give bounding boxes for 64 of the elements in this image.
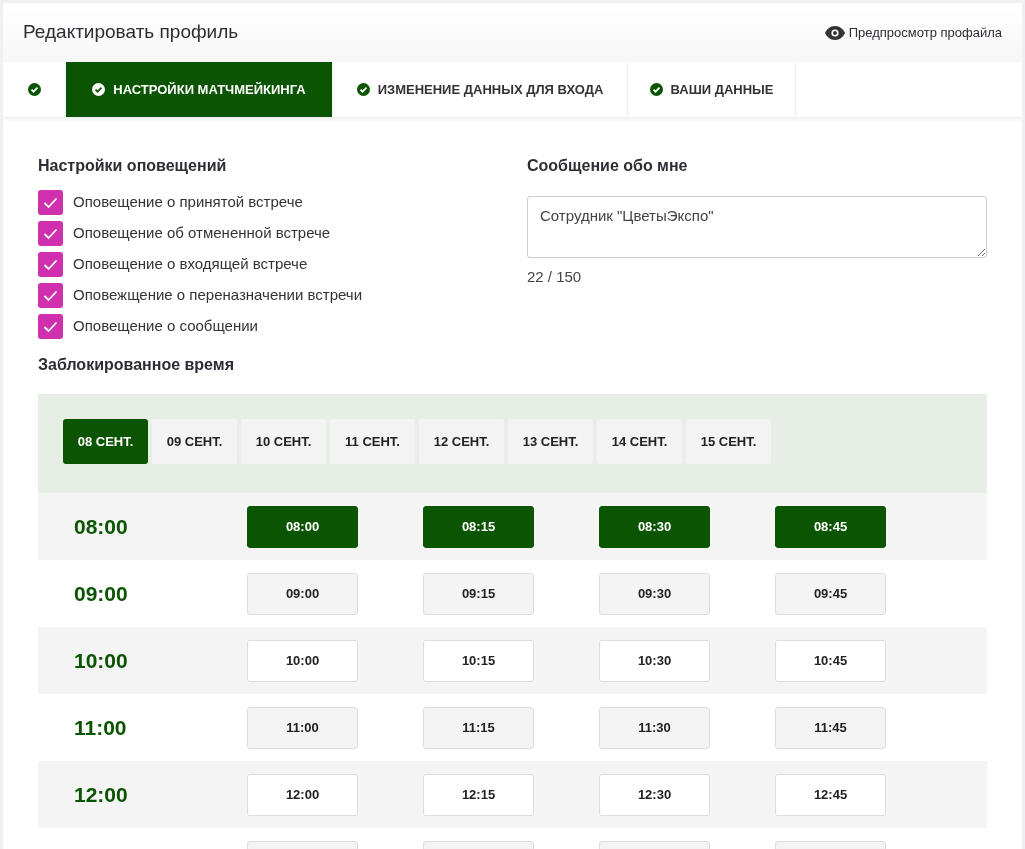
time-slot[interactable]: 10:15 xyxy=(423,640,534,682)
checkmark-icon xyxy=(43,289,58,302)
hour-label: 10:00 xyxy=(74,648,129,674)
tab[interactable]: ИЗМЕНЕНИЕ ДАННЫХ ДЛЯ ВХОДА xyxy=(333,62,628,117)
date-tab[interactable]: 13 СЕНТ. xyxy=(508,419,593,464)
checkmark-icon xyxy=(43,258,58,271)
time-slot[interactable]: 10:30 xyxy=(599,640,710,682)
checkbox-label: Оповещение о принятой встрече xyxy=(73,192,303,213)
time-slot[interactable]: 08:45 xyxy=(775,506,886,548)
checkbox[interactable] xyxy=(38,190,63,215)
time-slot[interactable]: 09:00 xyxy=(247,573,358,615)
page-title: Редактировать профиль xyxy=(23,20,239,45)
time-slot[interactable]: 11:30 xyxy=(599,707,710,749)
time-slot[interactable]: 12:45 xyxy=(775,774,886,816)
time-slot[interactable]: 11:45 xyxy=(775,707,886,749)
date-tab[interactable]: 08 СЕНТ. xyxy=(63,419,148,464)
check-circle-icon xyxy=(92,83,106,96)
date-tab[interactable]: 09 СЕНТ. xyxy=(152,419,237,464)
time-slot[interactable]: 08:15 xyxy=(423,506,534,548)
time-slot[interactable]: 09:45 xyxy=(775,573,886,615)
time-slot[interactable]: 12:00 xyxy=(247,774,358,816)
time-slot[interactable]: 11:15 xyxy=(423,707,534,749)
time-slot[interactable]: 11:00 xyxy=(247,707,358,749)
date-tab[interactable]: 14 СЕНТ. xyxy=(597,419,682,464)
time-slot[interactable]: 12:30 xyxy=(599,774,710,816)
checkbox-label: Оповещение о входящей встрече xyxy=(73,254,308,275)
date-tab[interactable]: 12 СЕНТ. xyxy=(419,419,504,464)
hour-label: 11:00 xyxy=(74,715,128,741)
checkmark-icon xyxy=(43,320,58,333)
tab[interactable]: ВАШИ ДАННЫЕ xyxy=(628,62,796,117)
checkbox[interactable] xyxy=(38,283,63,308)
eye-icon xyxy=(824,25,845,40)
about-textarea[interactable]: Сотрудник "ЦветыЭкспо" xyxy=(527,196,987,258)
time-slot[interactable]: 08:00 xyxy=(247,506,358,548)
date-tab[interactable]: 10 СЕНТ. xyxy=(241,419,326,464)
time-slot[interactable]: 09:15 xyxy=(423,573,534,615)
checkmark-icon xyxy=(43,196,58,209)
time-slot[interactable]: 10:00 xyxy=(247,640,358,682)
hour-label: 12:00 xyxy=(74,782,129,808)
check-circle-icon xyxy=(27,83,41,96)
hour-label: 09:00 xyxy=(74,581,129,607)
checkbox[interactable] xyxy=(38,314,63,339)
hour-label: 08:00 xyxy=(74,514,129,540)
preview-profile-link[interactable]: Предпросмотр профайла xyxy=(824,22,1002,43)
section-title: Заблокированное время xyxy=(38,355,235,375)
date-tab[interactable]: 15 СЕНТ. xyxy=(686,419,771,464)
check-circle-icon xyxy=(649,83,663,96)
time-slot[interactable]: 09:30 xyxy=(599,573,710,615)
checkmark-icon xyxy=(43,227,58,240)
tab[interactable]: НАСТРОЙКИ МАТЧМЕЙКИНГА xyxy=(66,62,333,117)
tab[interactable] xyxy=(3,62,66,117)
date-tab[interactable]: 11 СЕНТ. xyxy=(330,419,415,464)
time-slot[interactable]: 12:15 xyxy=(423,774,534,816)
time-slot[interactable]: 08:30 xyxy=(599,506,710,548)
character-counter: 22 / 150 xyxy=(527,267,583,287)
checkbox-label: Оповежщение о переназначении встречи xyxy=(73,285,363,306)
time-slot[interactable]: 10:45 xyxy=(775,640,886,682)
check-circle-icon xyxy=(356,83,370,96)
checkbox[interactable] xyxy=(38,252,63,277)
checkbox[interactable] xyxy=(38,221,63,246)
section-title: Настройки оповещений xyxy=(38,156,228,176)
checkbox-label: Оповещение об отмененной встрече xyxy=(73,223,331,244)
checkbox-label: Оповещение о сообщении xyxy=(73,316,258,337)
section-title: Сообщение обо мне xyxy=(527,156,689,176)
